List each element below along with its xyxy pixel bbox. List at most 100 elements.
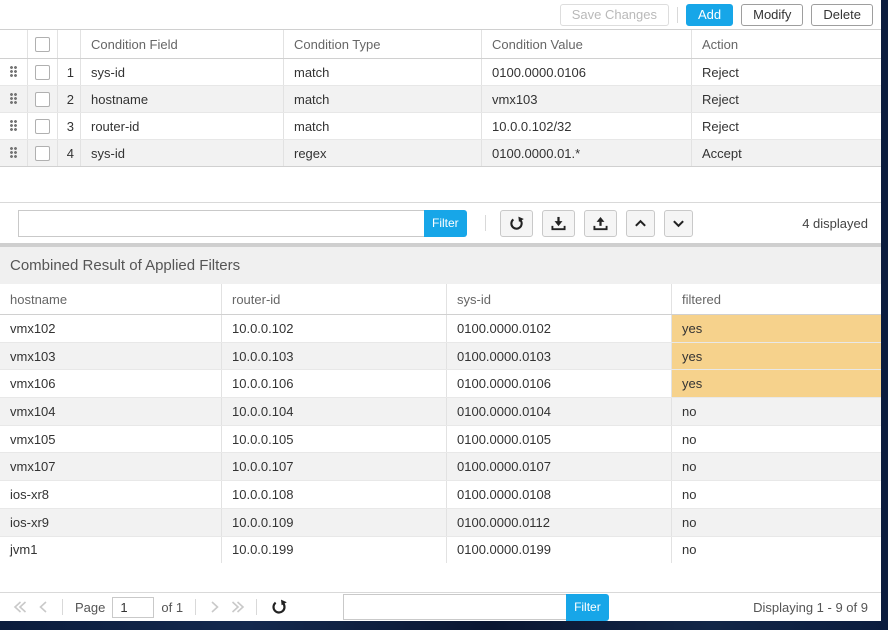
filter-toolbar: Filter 4 displayed bbox=[0, 202, 881, 243]
chevron-left-icon bbox=[36, 599, 52, 615]
main-panel: Save Changes Add Modify Delete Condition… bbox=[0, 0, 881, 621]
condition-row[interactable]: 2 hostname match vmx103 Reject bbox=[0, 85, 881, 112]
result-row[interactable]: vmx105 10.0.0.105 0100.0000.0105 no bbox=[0, 425, 881, 453]
result-row[interactable]: ios-xr8 10.0.0.108 0100.0000.0108 no bbox=[0, 480, 881, 508]
condition-row[interactable]: 3 router-id match 10.0.0.102/32 Reject bbox=[0, 112, 881, 139]
filtered-cell: no bbox=[671, 453, 881, 480]
drag-grip-icon bbox=[10, 147, 18, 159]
page-number-input[interactable] bbox=[112, 597, 154, 618]
condition-action-cell: Reject bbox=[691, 59, 881, 85]
pagination-separator bbox=[256, 599, 257, 615]
conditions-table: Condition Field Condition Type Condition… bbox=[0, 29, 881, 167]
condition-value-cell: 10.0.0.102/32 bbox=[481, 113, 691, 139]
result-row[interactable]: jvm1 10.0.0.199 0100.0000.0199 no bbox=[0, 536, 881, 564]
row-drag-handle[interactable] bbox=[0, 86, 27, 112]
row-number: 2 bbox=[57, 86, 80, 112]
move-down-button[interactable] bbox=[664, 210, 693, 237]
filtered-header[interactable]: filtered bbox=[671, 284, 881, 314]
filtered-cell: yes bbox=[671, 370, 881, 397]
filter-input[interactable] bbox=[18, 210, 425, 237]
row-checkbox-cell bbox=[27, 59, 57, 85]
condition-value-cell: 0100.0000.01.* bbox=[481, 140, 691, 166]
condition-row[interactable]: 1 sys-id match 0100.0000.0106 Reject bbox=[0, 59, 881, 85]
hostname-header[interactable]: hostname bbox=[0, 284, 221, 314]
move-up-button[interactable] bbox=[626, 210, 655, 237]
select-all-cell bbox=[27, 30, 57, 58]
sys-id-cell: 0100.0000.0107 bbox=[446, 453, 671, 480]
result-row[interactable]: vmx103 10.0.0.103 0100.0000.0103 yes bbox=[0, 342, 881, 370]
router-id-header[interactable]: router-id bbox=[221, 284, 446, 314]
filtered-cell: yes bbox=[671, 315, 881, 342]
hostname-cell: vmx103 bbox=[0, 343, 221, 370]
sys-id-header[interactable]: sys-id bbox=[446, 284, 671, 314]
filtered-cell: no bbox=[671, 537, 881, 564]
sys-id-cell: 0100.0000.0105 bbox=[446, 426, 671, 453]
hostname-cell: ios-xr8 bbox=[0, 481, 221, 508]
chevron-down-icon bbox=[672, 217, 685, 230]
refresh-button[interactable] bbox=[500, 210, 533, 237]
row-checkbox[interactable] bbox=[35, 146, 50, 161]
condition-type-header[interactable]: Condition Type bbox=[283, 30, 481, 58]
filter-button[interactable]: Filter bbox=[424, 210, 467, 237]
row-checkbox[interactable] bbox=[35, 92, 50, 107]
save-changes-button[interactable]: Save Changes bbox=[560, 4, 669, 26]
modify-button[interactable]: Modify bbox=[741, 4, 803, 26]
result-row[interactable]: vmx107 10.0.0.107 0100.0000.0107 no bbox=[0, 452, 881, 480]
drag-grip-icon bbox=[10, 93, 18, 105]
results-filter-input[interactable] bbox=[343, 594, 567, 620]
pagination-separator bbox=[195, 599, 196, 615]
filtered-cell: no bbox=[671, 481, 881, 508]
row-checkbox[interactable] bbox=[35, 119, 50, 134]
condition-type-cell: regex bbox=[283, 140, 481, 166]
hostname-cell: jvm1 bbox=[0, 537, 221, 564]
result-row[interactable]: vmx104 10.0.0.104 0100.0000.0104 no bbox=[0, 397, 881, 425]
last-page-button[interactable] bbox=[226, 596, 250, 618]
condition-row[interactable]: 4 sys-id regex 0100.0000.01.* Accept bbox=[0, 139, 881, 166]
row-drag-handle[interactable] bbox=[0, 140, 27, 166]
results-table: hostname router-id sys-id filtered vmx10… bbox=[0, 284, 881, 563]
condition-value-header[interactable]: Condition Value bbox=[481, 30, 691, 58]
first-page-button[interactable] bbox=[8, 596, 32, 618]
hostname-cell: vmx102 bbox=[0, 315, 221, 342]
delete-button[interactable]: Delete bbox=[811, 4, 873, 26]
router-id-cell: 10.0.0.108 bbox=[221, 481, 446, 508]
download-button[interactable] bbox=[542, 210, 575, 237]
row-drag-handle[interactable] bbox=[0, 59, 27, 85]
result-row[interactable]: vmx102 10.0.0.102 0100.0000.0102 yes bbox=[0, 315, 881, 342]
pagination-bar: Page of 1 Filter Displaying 1 - 9 of 9 bbox=[0, 592, 881, 621]
results-table-body: vmx102 10.0.0.102 0100.0000.0102 yes vmx… bbox=[0, 315, 881, 563]
conditions-table-body: 1 sys-id match 0100.0000.0106 Reject 2 h… bbox=[0, 59, 881, 166]
row-number: 4 bbox=[57, 140, 80, 166]
filtered-cell: no bbox=[671, 426, 881, 453]
conditions-table-header: Condition Field Condition Type Condition… bbox=[0, 30, 881, 59]
row-checkbox[interactable] bbox=[35, 65, 50, 80]
result-row[interactable]: vmx106 10.0.0.106 0100.0000.0106 yes bbox=[0, 369, 881, 397]
results-table-header: hostname router-id sys-id filtered bbox=[0, 284, 881, 315]
sys-id-cell: 0100.0000.0102 bbox=[446, 315, 671, 342]
router-id-cell: 10.0.0.107 bbox=[221, 453, 446, 480]
result-row[interactable]: ios-xr9 10.0.0.109 0100.0000.0112 no bbox=[0, 508, 881, 536]
row-number: 1 bbox=[57, 59, 80, 85]
row-number-header bbox=[57, 30, 80, 58]
condition-field-cell: sys-id bbox=[80, 59, 283, 85]
results-filter-button[interactable]: Filter bbox=[566, 594, 609, 621]
hostname-cell: vmx107 bbox=[0, 453, 221, 480]
results-refresh-button[interactable] bbox=[267, 596, 291, 618]
select-all-checkbox[interactable] bbox=[35, 37, 50, 52]
drag-grip-icon bbox=[10, 120, 18, 132]
add-button[interactable]: Add bbox=[686, 4, 733, 26]
hostname-cell: vmx104 bbox=[0, 398, 221, 425]
hostname-cell: ios-xr9 bbox=[0, 509, 221, 536]
condition-value-cell: 0100.0000.0106 bbox=[481, 59, 691, 85]
sys-id-cell: 0100.0000.0104 bbox=[446, 398, 671, 425]
condition-field-header[interactable]: Condition Field bbox=[80, 30, 283, 58]
filtered-cell: no bbox=[671, 509, 881, 536]
filtered-cell: no bbox=[671, 398, 881, 425]
action-header[interactable]: Action bbox=[691, 30, 881, 58]
next-page-button[interactable] bbox=[202, 596, 226, 618]
drag-grip-icon bbox=[10, 66, 18, 78]
upload-button[interactable] bbox=[584, 210, 617, 237]
upload-icon bbox=[593, 216, 608, 231]
row-drag-handle[interactable] bbox=[0, 113, 27, 139]
prev-page-button[interactable] bbox=[32, 596, 56, 618]
